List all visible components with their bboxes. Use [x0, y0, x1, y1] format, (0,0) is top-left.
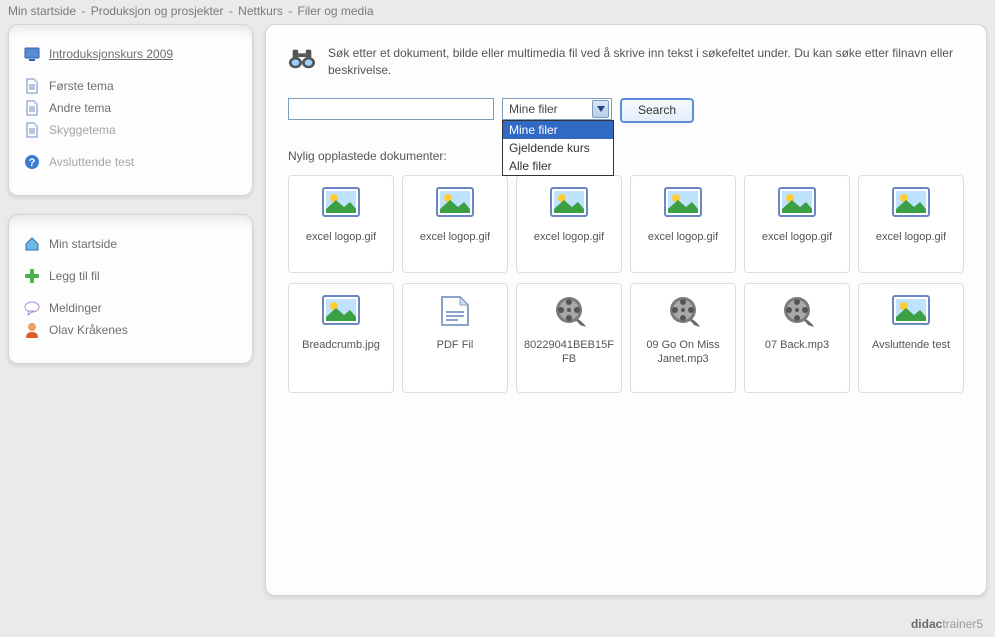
file-tile[interactable]: 80229041BEB15FFB	[516, 283, 622, 393]
file-label: 80229041BEB15FFB	[521, 338, 617, 367]
image-thumb-icon	[891, 186, 931, 220]
doc-icon	[23, 122, 41, 138]
video-thumb-icon	[549, 294, 589, 328]
pdf-thumb-icon	[435, 294, 475, 328]
file-tile[interactable]: excel logop.gif	[744, 175, 850, 273]
file-label: 07 Back.mp3	[765, 338, 829, 352]
sidebar-item-label: Min startside	[49, 237, 117, 251]
sidebar-item-label: Andre tema	[49, 101, 111, 115]
scope-select-value: Mine filer	[509, 102, 558, 116]
recent-documents-label: Nylig opplastede dokumenter:	[288, 149, 964, 163]
intro-text: Søk etter et dokument, bilde eller multi…	[328, 45, 964, 80]
sidebar-item-label: Første tema	[49, 79, 114, 93]
file-label: excel logop.gif	[420, 230, 490, 244]
chevron-down-icon	[592, 100, 609, 118]
sidebar-item[interactable]: Andre tema	[23, 97, 238, 119]
sidebar-item[interactable]: Min startside	[23, 233, 238, 255]
doc-icon	[23, 78, 41, 94]
sidebar-item-label: Introduksjonskurs 2009	[49, 47, 173, 61]
sidebar-panel-nav: Min startside Legg til fil Meldinger Olav K…	[8, 214, 253, 364]
breadcrumb-item[interactable]: Produksjon og prosjekter	[91, 4, 224, 18]
search-button[interactable]: Search	[620, 98, 694, 123]
sidebar-item-label: Olav Kråkenes	[49, 323, 128, 337]
sidebar-item[interactable]: Første tema	[23, 75, 238, 97]
sidebar-item-label: Avsluttende test	[49, 155, 134, 169]
file-tile[interactable]: 07 Back.mp3	[744, 283, 850, 393]
sidebar-panel-course: Introduksjonskurs 2009 Første tema Andre t…	[8, 24, 253, 196]
scope-option[interactable]: Gjeldende kurs	[503, 139, 613, 157]
file-tile[interactable]: 09 Go On Miss Janet.mp3	[630, 283, 736, 393]
sidebar-item-label: Meldinger	[49, 301, 102, 315]
breadcrumb-item[interactable]: Nettkurs	[238, 4, 283, 18]
sidebar-item[interactable]: Skyggetema	[23, 119, 238, 141]
monitor-icon	[23, 46, 41, 62]
footer-brand: didactrainer5	[911, 617, 983, 631]
sidebar-item[interactable]: Olav Kråkenes	[23, 319, 238, 341]
file-label: Avsluttende test	[872, 338, 950, 352]
video-thumb-icon	[777, 294, 817, 328]
video-thumb-icon	[663, 294, 703, 328]
scope-option[interactable]: Alle filer	[503, 157, 613, 175]
scope-option[interactable]: Mine filer	[503, 121, 613, 139]
image-thumb-icon	[435, 186, 475, 220]
image-thumb-icon	[549, 186, 589, 220]
home-icon	[23, 236, 41, 252]
image-thumb-icon	[891, 294, 931, 328]
scope-select[interactable]: Mine filer	[502, 98, 612, 120]
doc-icon	[23, 100, 41, 116]
image-thumb-icon	[663, 186, 703, 220]
search-input[interactable]	[288, 98, 494, 120]
file-tile[interactable]: excel logop.gif	[858, 175, 964, 273]
chat-icon	[23, 300, 41, 316]
file-label: excel logop.gif	[534, 230, 604, 244]
file-tile[interactable]: Avsluttende test	[858, 283, 964, 393]
file-label: excel logop.gif	[648, 230, 718, 244]
sidebar-item-label: Legg til fil	[49, 269, 100, 283]
file-label: excel logop.gif	[306, 230, 376, 244]
breadcrumb: Min startside - Produksjon og prosjekter…	[0, 0, 995, 24]
user-icon	[23, 322, 41, 338]
image-thumb-icon	[321, 186, 361, 220]
main-panel: Søk etter et dokument, bilde eller multi…	[265, 24, 987, 596]
sidebar-item[interactable]: Introduksjonskurs 2009	[23, 43, 238, 65]
breadcrumb-item[interactable]: Filer og media	[298, 4, 374, 18]
file-tile[interactable]: excel logop.gif	[630, 175, 736, 273]
file-label: PDF Fil	[437, 338, 474, 352]
plus-icon	[23, 268, 41, 284]
file-label: Breadcrumb.jpg	[302, 338, 380, 352]
file-label: 09 Go On Miss Janet.mp3	[635, 338, 731, 367]
file-tile[interactable]: excel logop.gif	[288, 175, 394, 273]
scope-dropdown: Mine filerGjeldende kursAlle filer	[502, 120, 614, 176]
file-tile[interactable]: PDF Fil	[402, 283, 508, 393]
file-tile[interactable]: excel logop.gif	[516, 175, 622, 273]
binoculars-icon	[288, 45, 316, 80]
sidebar-item-label: Skyggetema	[49, 123, 116, 137]
file-tile[interactable]: Breadcrumb.jpg	[288, 283, 394, 393]
sidebar-item[interactable]: Meldinger	[23, 297, 238, 319]
image-thumb-icon	[321, 294, 361, 328]
sidebar-item[interactable]: Avsluttende test	[23, 151, 238, 173]
sidebar-item[interactable]: Legg til fil	[23, 265, 238, 287]
image-thumb-icon	[777, 186, 817, 220]
help-icon	[23, 154, 41, 170]
file-tile[interactable]: excel logop.gif	[402, 175, 508, 273]
breadcrumb-item[interactable]: Min startside	[8, 4, 76, 18]
file-label: excel logop.gif	[762, 230, 832, 244]
file-label: excel logop.gif	[876, 230, 946, 244]
